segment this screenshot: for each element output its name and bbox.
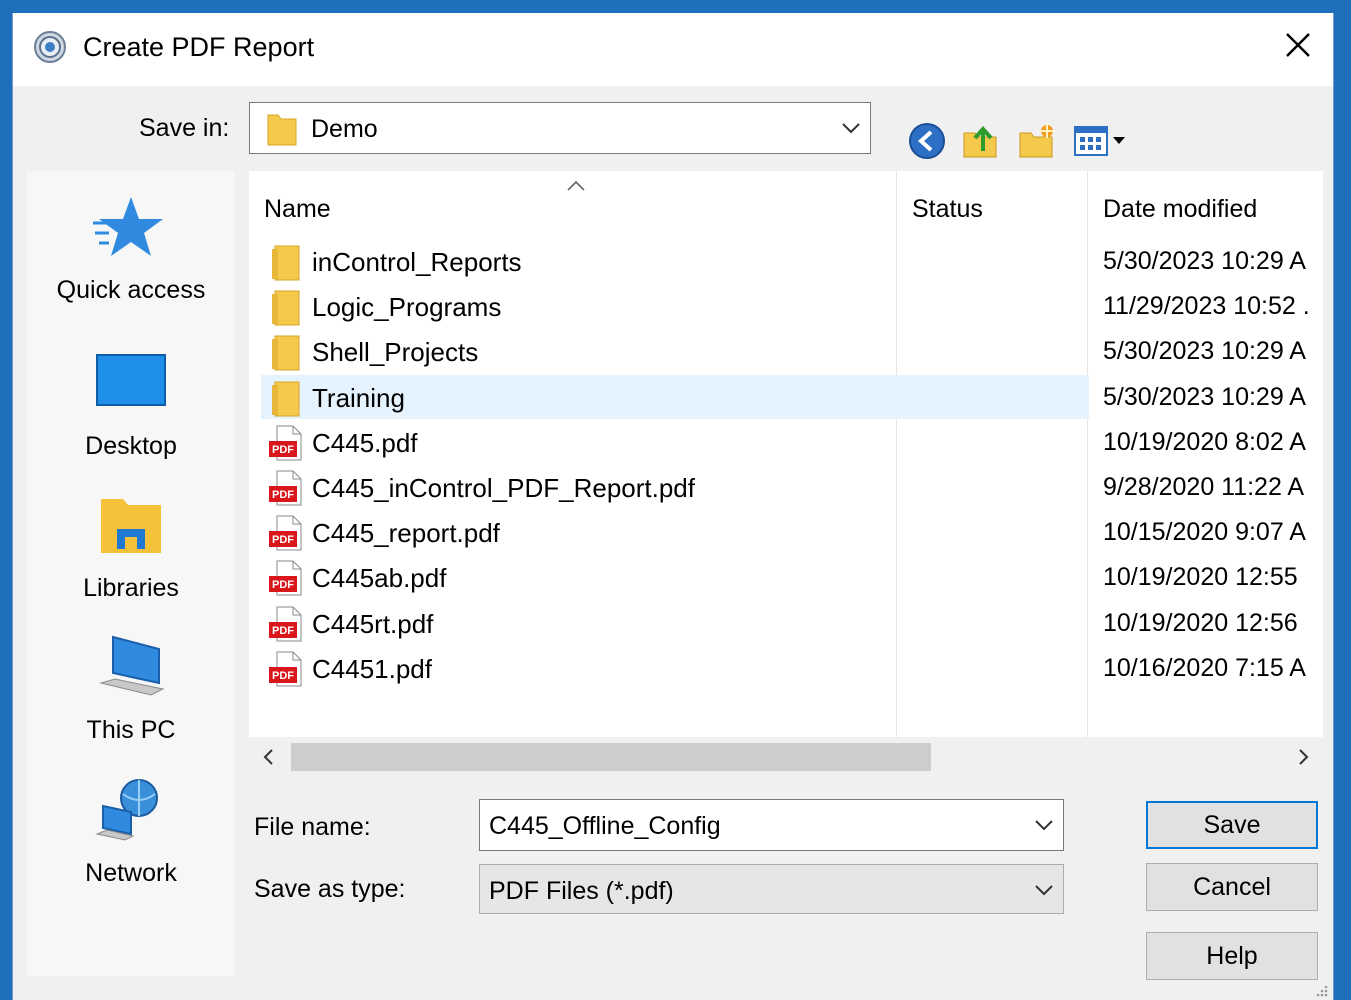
scroll-right-icon[interactable] — [1293, 747, 1313, 767]
place-libraries[interactable]: Libraries — [27, 491, 235, 603]
network-icon — [95, 779, 158, 841]
up-folder-icon[interactable] — [961, 121, 1001, 161]
chevron-down-icon — [842, 123, 860, 134]
pdf-file-icon: PDF — [269, 470, 302, 506]
file-row[interactable]: Logic_Programs 11/29/2023 10:52 . — [261, 284, 1323, 328]
file-date-modified: 10/19/2020 12:55 — [1103, 563, 1298, 592]
file-row[interactable]: Shell_Projects 5/30/2023 10:29 A — [261, 329, 1323, 373]
file-name: C445ab.pdf — [312, 563, 447, 594]
file-name: C445_report.pdf — [312, 518, 500, 549]
save-as-type-value: PDF Files (*.pdf) — [489, 877, 674, 905]
file-name-label: File name: — [254, 813, 371, 841]
places-bar: Quick access Desktop Libraries This PC N… — [27, 171, 235, 976]
file-date-modified: 10/19/2020 8:02 A — [1103, 427, 1306, 456]
column-header-date-modified[interactable]: Date modified — [1103, 195, 1257, 224]
file-row[interactable]: inControl_Reports 5/30/2023 10:29 A — [261, 239, 1323, 283]
pdf-file-icon: PDF — [269, 425, 302, 461]
place-label: Desktop — [85, 432, 177, 460]
save-in-dropdown[interactable]: Demo — [249, 102, 871, 154]
svg-text:PDF: PDF — [272, 534, 294, 546]
folder-icon — [272, 245, 300, 281]
pdf-file-icon: PDF — [269, 606, 302, 642]
place-label: This PC — [86, 716, 176, 744]
svg-text:PDF: PDF — [272, 444, 294, 456]
file-row[interactable]: PDF C445_inControl_PDF_Report.pdf 9/28/202… — [261, 465, 1323, 509]
file-name-input[interactable]: C445_Offline_Config — [479, 799, 1064, 851]
column-header-status[interactable]: Status — [912, 195, 983, 224]
app-icon — [34, 31, 66, 63]
view-menu-icon[interactable] — [1073, 121, 1129, 161]
folder-icon — [267, 114, 297, 146]
save-button[interactable]: Save — [1146, 801, 1318, 849]
pdf-file-icon: PDF — [269, 651, 302, 687]
column-header-name[interactable]: Name — [264, 195, 331, 224]
place-label: Libraries — [83, 574, 179, 602]
file-row[interactable]: PDF C445.pdf 10/19/2020 8:02 A — [261, 420, 1323, 464]
folder-icon — [272, 335, 300, 371]
sort-ascending-icon — [567, 180, 585, 191]
place-label: Quick access — [56, 276, 206, 304]
file-name: C445rt.pdf — [312, 608, 434, 639]
file-row[interactable]: PDF C445_report.pdf 10/15/2020 9:07 A — [261, 510, 1323, 554]
horizontal-scrollbar[interactable] — [249, 737, 1323, 777]
svg-text:PDF: PDF — [272, 625, 294, 637]
file-row[interactable]: PDF C4451.pdf 10/16/2020 7:15 A — [261, 646, 1323, 690]
file-name: inControl_Reports — [312, 247, 522, 277]
help-button[interactable]: Help — [1146, 932, 1318, 980]
resize-grip-icon[interactable] — [1313, 982, 1329, 998]
scroll-left-icon[interactable] — [259, 747, 279, 767]
pdf-file-icon: PDF — [269, 560, 302, 596]
file-name: Shell_Projects — [312, 337, 479, 368]
file-name: C4451.pdf — [312, 653, 432, 684]
file-row[interactable]: PDF C445rt.pdf 10/19/2020 12:56 — [261, 601, 1323, 645]
file-name: Training — [312, 382, 405, 413]
star-icon — [93, 197, 163, 256]
place-label: Network — [85, 859, 177, 887]
save-as-type-label: Save as type: — [254, 875, 406, 903]
save-in-label: Save in: — [139, 114, 230, 142]
file-date-modified: 10/15/2020 9:07 A — [1103, 518, 1306, 547]
svg-text:PDF: PDF — [272, 670, 294, 682]
place-network[interactable]: Network — [27, 776, 235, 888]
save-dialog: Create PDF Report Save in: Demo Quick ac… — [12, 13, 1334, 1000]
file-date-modified: 10/16/2020 7:15 A — [1103, 653, 1306, 682]
file-date-modified: 5/30/2023 10:29 A — [1103, 382, 1306, 411]
file-name: C445.pdf — [312, 427, 418, 458]
file-row[interactable]: Training 5/30/2023 10:29 A — [261, 374, 1306, 419]
file-date-modified: 10/19/2020 12:56 — [1103, 608, 1298, 637]
title-bar: Create PDF Report — [13, 13, 1333, 86]
scrollbar-thumb[interactable] — [291, 743, 931, 771]
place-quick-access[interactable]: Quick access — [27, 193, 235, 305]
file-name: C445_inControl_PDF_Report.pdf — [312, 473, 695, 503]
svg-text:PDF: PDF — [272, 489, 294, 501]
new-folder-icon[interactable] — [1017, 121, 1057, 161]
file-name: Logic_Programs — [312, 292, 502, 323]
place-desktop[interactable]: Desktop — [27, 349, 235, 461]
close-button[interactable] — [1263, 13, 1333, 77]
pdf-file-icon: PDF — [269, 515, 302, 551]
folder-icon — [272, 290, 300, 326]
file-row[interactable]: PDF C445ab.pdf 10/19/2020 12:55 — [261, 555, 1323, 599]
libraries-icon — [101, 499, 161, 553]
file-date-modified: 5/30/2023 10:29 A — [1103, 247, 1306, 275]
file-date-modified: 11/29/2023 10:52 . — [1103, 292, 1310, 321]
cancel-button[interactable]: Cancel — [1146, 863, 1318, 911]
place-this-pc[interactable]: This PC — [27, 633, 235, 745]
file-date-modified: 9/28/2020 11:22 A — [1103, 473, 1305, 501]
save-in-value: Demo — [311, 115, 378, 143]
folder-icon — [272, 381, 300, 417]
file-date-modified: 5/30/2023 10:29 A — [1103, 337, 1306, 366]
chevron-down-icon[interactable] — [1033, 814, 1055, 836]
file-name-value: C445_Offline_Config — [489, 812, 721, 840]
svg-text:PDF: PDF — [272, 579, 294, 591]
file-list[interactable]: Name Status Date modified inControl_Repo… — [249, 171, 1323, 777]
save-as-type-dropdown[interactable]: PDF Files (*.pdf) — [479, 864, 1064, 914]
computer-icon — [99, 635, 165, 696]
back-icon[interactable] — [907, 121, 947, 161]
close-icon — [1286, 33, 1310, 57]
desktop-icon — [96, 354, 166, 406]
window-title: Create PDF Report — [83, 32, 315, 62]
chevron-down-icon — [1035, 885, 1053, 896]
